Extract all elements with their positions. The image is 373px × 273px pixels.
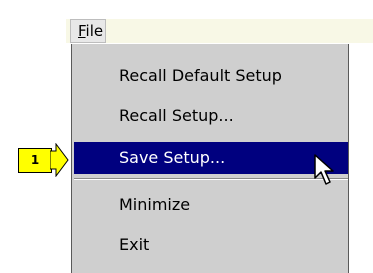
menu-item-exit[interactable]: Exit [74, 229, 348, 261]
menu-item-recall-default-setup[interactable]: Recall Default Setup [74, 60, 348, 92]
menu-item-recall-setup[interactable]: Recall Setup... [74, 100, 348, 132]
file-menu[interactable]: File [70, 19, 106, 43]
arrow-right-icon [50, 143, 69, 177]
file-dropdown-menu: Recall Default Setup Recall Setup... Sav… [71, 44, 349, 273]
arrow-pointer-icon [314, 154, 334, 185]
file-menu-mnemonic: F [78, 22, 86, 40]
menu-item-minimize[interactable]: Minimize [74, 189, 348, 221]
menu-bar [66, 19, 373, 43]
menu-item-save-setup[interactable]: Save Setup... [74, 142, 348, 174]
menu-separator [74, 178, 348, 180]
callout-number-badge: 1 [18, 148, 52, 173]
file-menu-label: ile [85, 22, 104, 40]
